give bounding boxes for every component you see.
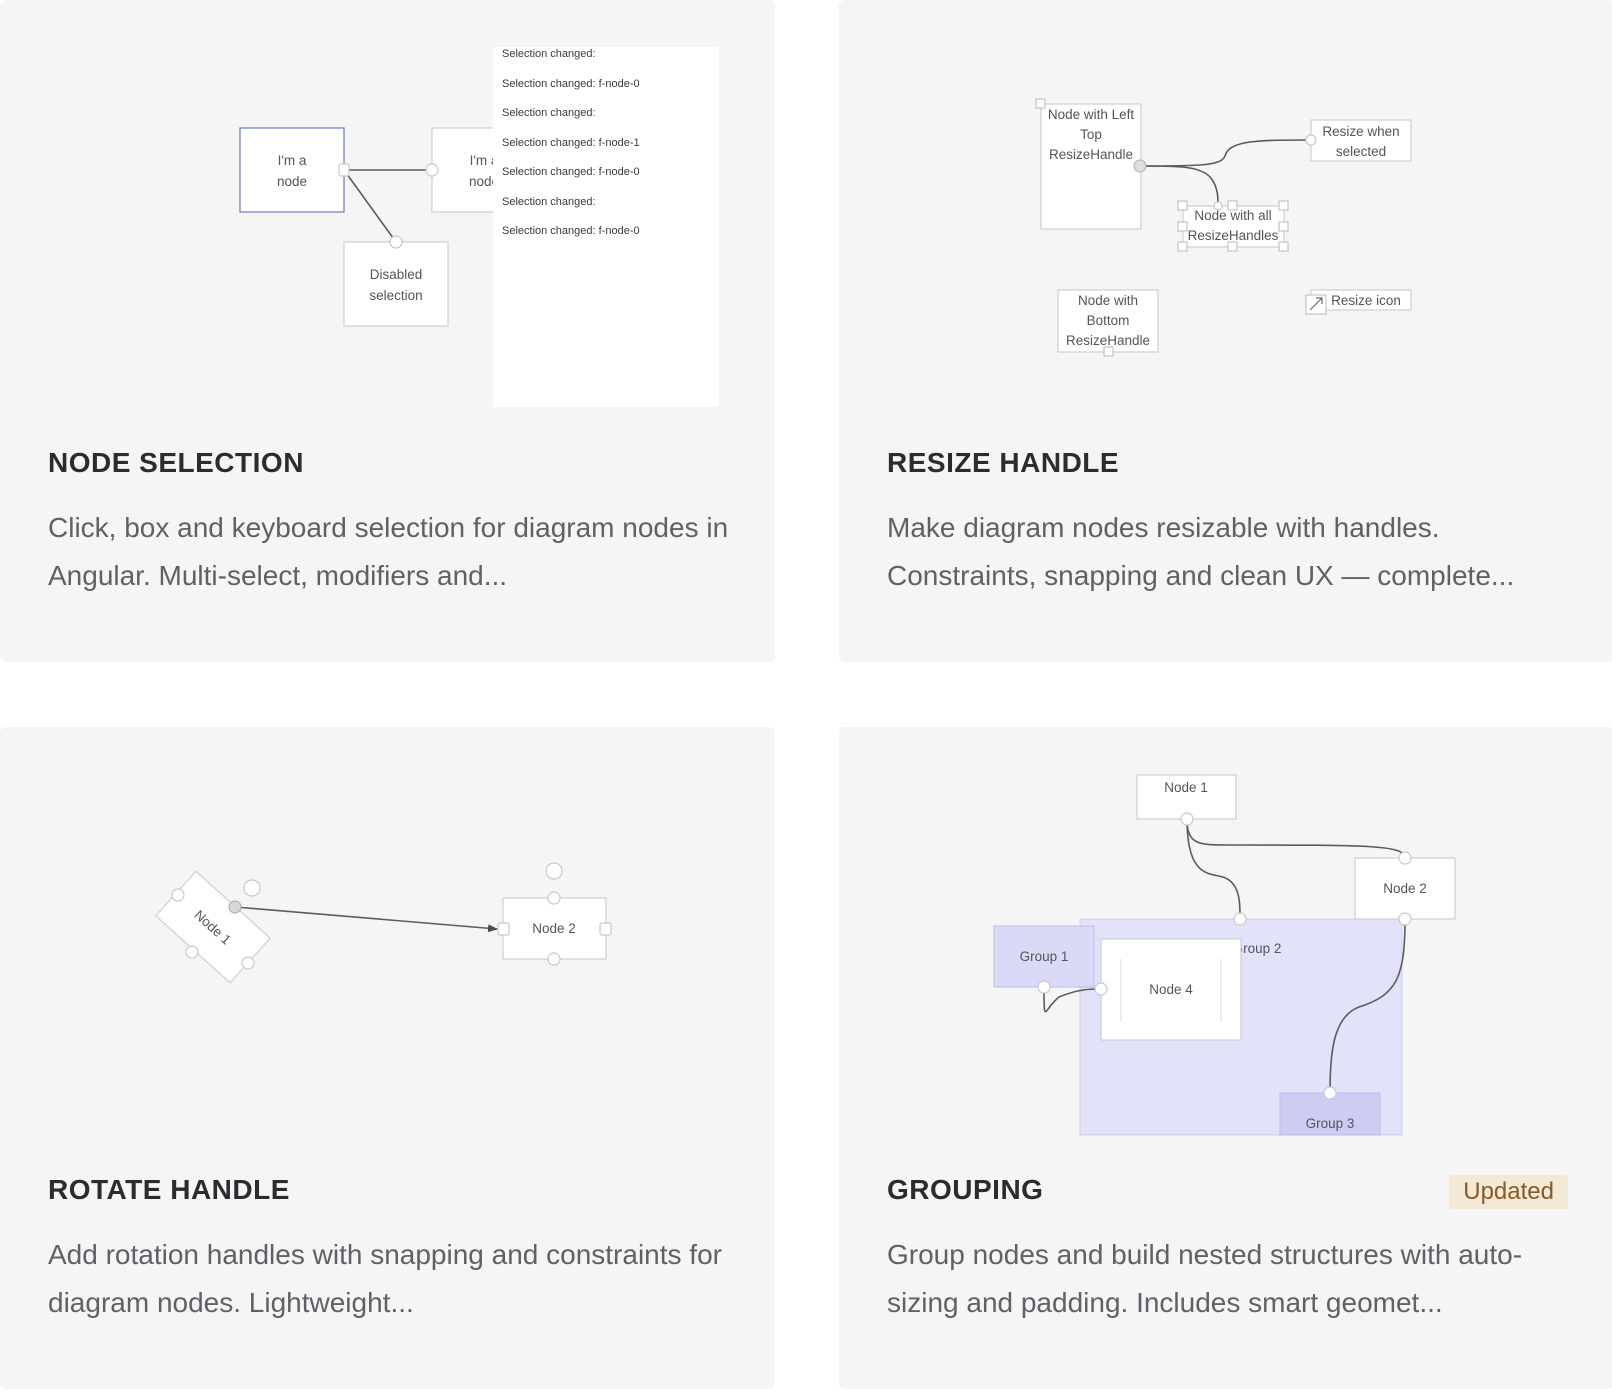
node-label: selected [1336, 144, 1386, 159]
resize-handle[interactable] [1278, 241, 1289, 252]
node-label: Node 2 [532, 921, 576, 936]
resize-handle-diagram: Node with Left Top ResizeHandle Resize w… [1035, 98, 1412, 357]
node-label: Resize when [1322, 124, 1399, 139]
updated-badge: Updated [1449, 1175, 1568, 1209]
grouping-preview: Group 2 Group 1 Group 3 Node 4 Node 1 No… [839, 727, 1612, 1147]
group-label: Group 1 [1020, 949, 1069, 964]
rotate-handle[interactable] [243, 879, 261, 897]
resize-handle[interactable] [1177, 221, 1188, 232]
log-line: Selection changed: f-node-0 [502, 225, 640, 237]
selection-log-panel: Selection changed: Selection changed: f-… [493, 47, 719, 407]
output-port[interactable] [1398, 912, 1412, 926]
input-port[interactable] [1213, 201, 1223, 211]
edge [343, 169, 397, 243]
group-label: Group 3 [1306, 1116, 1355, 1131]
output-port[interactable] [338, 163, 350, 177]
output-port[interactable] [1133, 159, 1147, 173]
connector[interactable] [599, 922, 612, 936]
card-title: ROTATE HANDLE [48, 1174, 290, 1205]
node-label: Resize icon [1331, 293, 1401, 308]
grouping-diagram: Group 2 Group 1 Group 3 Node 4 Node 1 No… [993, 774, 1456, 1136]
edge [1139, 139, 1312, 167]
node-label: selection [369, 288, 422, 303]
node-label: I'm a [278, 153, 307, 168]
node-1[interactable]: Node 1 [1136, 774, 1237, 820]
log-line: Selection changed: f-node-0 [502, 166, 640, 178]
card-grouping[interactable]: Group 2 Group 1 Group 3 Node 4 Node 1 No… [839, 727, 1612, 1389]
rotate-corner[interactable] [185, 945, 199, 959]
log-line: Selection changed: [502, 48, 596, 60]
resize-handle-bottom[interactable] [1103, 346, 1114, 357]
input-port[interactable] [389, 235, 403, 249]
card-description: Click, box and keyboard selection for di… [48, 512, 729, 591]
input-port[interactable] [1398, 851, 1412, 865]
resize-handle[interactable] [1278, 221, 1289, 232]
input-port[interactable] [425, 163, 439, 177]
input-port[interactable] [497, 922, 510, 936]
node-label: Node with [1078, 293, 1138, 308]
edge [1139, 165, 1219, 207]
log-line: Selection changed: [502, 195, 596, 208]
rotate-handle-diagram: Node 1 Node 2 [154, 862, 612, 984]
resize-handle[interactable] [1227, 200, 1238, 211]
input-port[interactable] [1323, 1086, 1337, 1100]
node-bottom-resize[interactable]: Node with Bottom ResizeHandle [1057, 289, 1159, 353]
card-description: Group nodes and build nested structures … [887, 1239, 1523, 1318]
rotate-handle-preview: Node 1 Node 2 [0, 727, 775, 1147]
output-port[interactable] [1180, 812, 1194, 826]
input-port[interactable] [1233, 912, 1247, 926]
node-4[interactable]: Node 4 [1100, 938, 1242, 1041]
connector[interactable] [547, 891, 561, 905]
node-label: ResizeHandle [1066, 333, 1150, 348]
node-all-resize-handles[interactable]: Node with all ResizeHandles [1182, 205, 1285, 248]
card-description: Add rotation handles with snapping and c… [48, 1239, 722, 1318]
node-im-a-node-selected[interactable]: I'm a node [239, 127, 345, 213]
rotate-handle[interactable] [545, 862, 563, 880]
node-label: Node 1 [1164, 780, 1208, 795]
resize-handle[interactable] [1177, 241, 1188, 252]
node-label: node [277, 174, 307, 189]
node-label: ResizeHandles [1188, 228, 1279, 243]
log-line: Selection changed: [502, 107, 596, 119]
rotate-corner[interactable] [171, 888, 185, 902]
output-port[interactable] [1037, 980, 1051, 994]
connector[interactable] [547, 952, 561, 966]
input-port[interactable] [1094, 982, 1108, 996]
node-resize-when-selected[interactable]: Resize when selected [1310, 119, 1412, 162]
node-2[interactable]: Node 2 [1354, 857, 1456, 920]
edge [1186, 818, 1241, 920]
node-label: Node 2 [1383, 881, 1427, 896]
node-label: ResizeHandle [1049, 147, 1133, 162]
group-1[interactable]: Group 1 [993, 925, 1095, 988]
card-description: Make diagram nodes resizable with handle… [887, 512, 1515, 591]
edge [1186, 818, 1406, 859]
card-resize-handle[interactable]: Node with Left Top ResizeHandle Resize w… [839, 0, 1612, 662]
node-label: Node with Left [1048, 107, 1135, 122]
card-title: NODE SELECTION [48, 447, 304, 478]
node-label: Top [1080, 127, 1102, 142]
card-rotate-handle[interactable]: Node 1 Node 2 ROTATE HANDLE Add rotation… [0, 727, 775, 1389]
output-port[interactable] [228, 900, 242, 914]
node-label: Bottom [1087, 313, 1130, 328]
node-2[interactable]: Node 2 [502, 897, 607, 960]
card-node-selection[interactable]: I'm a node I'm a node Disabled selection… [0, 0, 775, 662]
log-line: Selection changed: f-node-0 [502, 77, 640, 90]
resize-icon[interactable] [1305, 294, 1327, 315]
input-port[interactable] [1305, 134, 1317, 146]
node-label: Disabled [370, 267, 423, 282]
resize-handle[interactable] [1278, 200, 1289, 211]
edge [234, 906, 498, 933]
card-title: GROUPING [887, 1174, 1044, 1205]
resize-handle-preview: Node with Left Top ResizeHandle Resize w… [839, 0, 1612, 420]
resize-handle[interactable] [1177, 200, 1188, 211]
card-title: RESIZE HANDLE [887, 447, 1120, 478]
node-disabled-selection: Disabled selection [343, 241, 449, 327]
resize-handle[interactable] [1227, 241, 1238, 252]
node-label: Node 4 [1149, 982, 1193, 997]
resize-handle-left-top[interactable] [1035, 98, 1046, 109]
log-line: Selection changed: f-node-1 [502, 136, 640, 149]
rotate-corner[interactable] [241, 956, 255, 970]
node-left-top-resize[interactable]: Node with Left Top ResizeHandle [1040, 103, 1142, 230]
